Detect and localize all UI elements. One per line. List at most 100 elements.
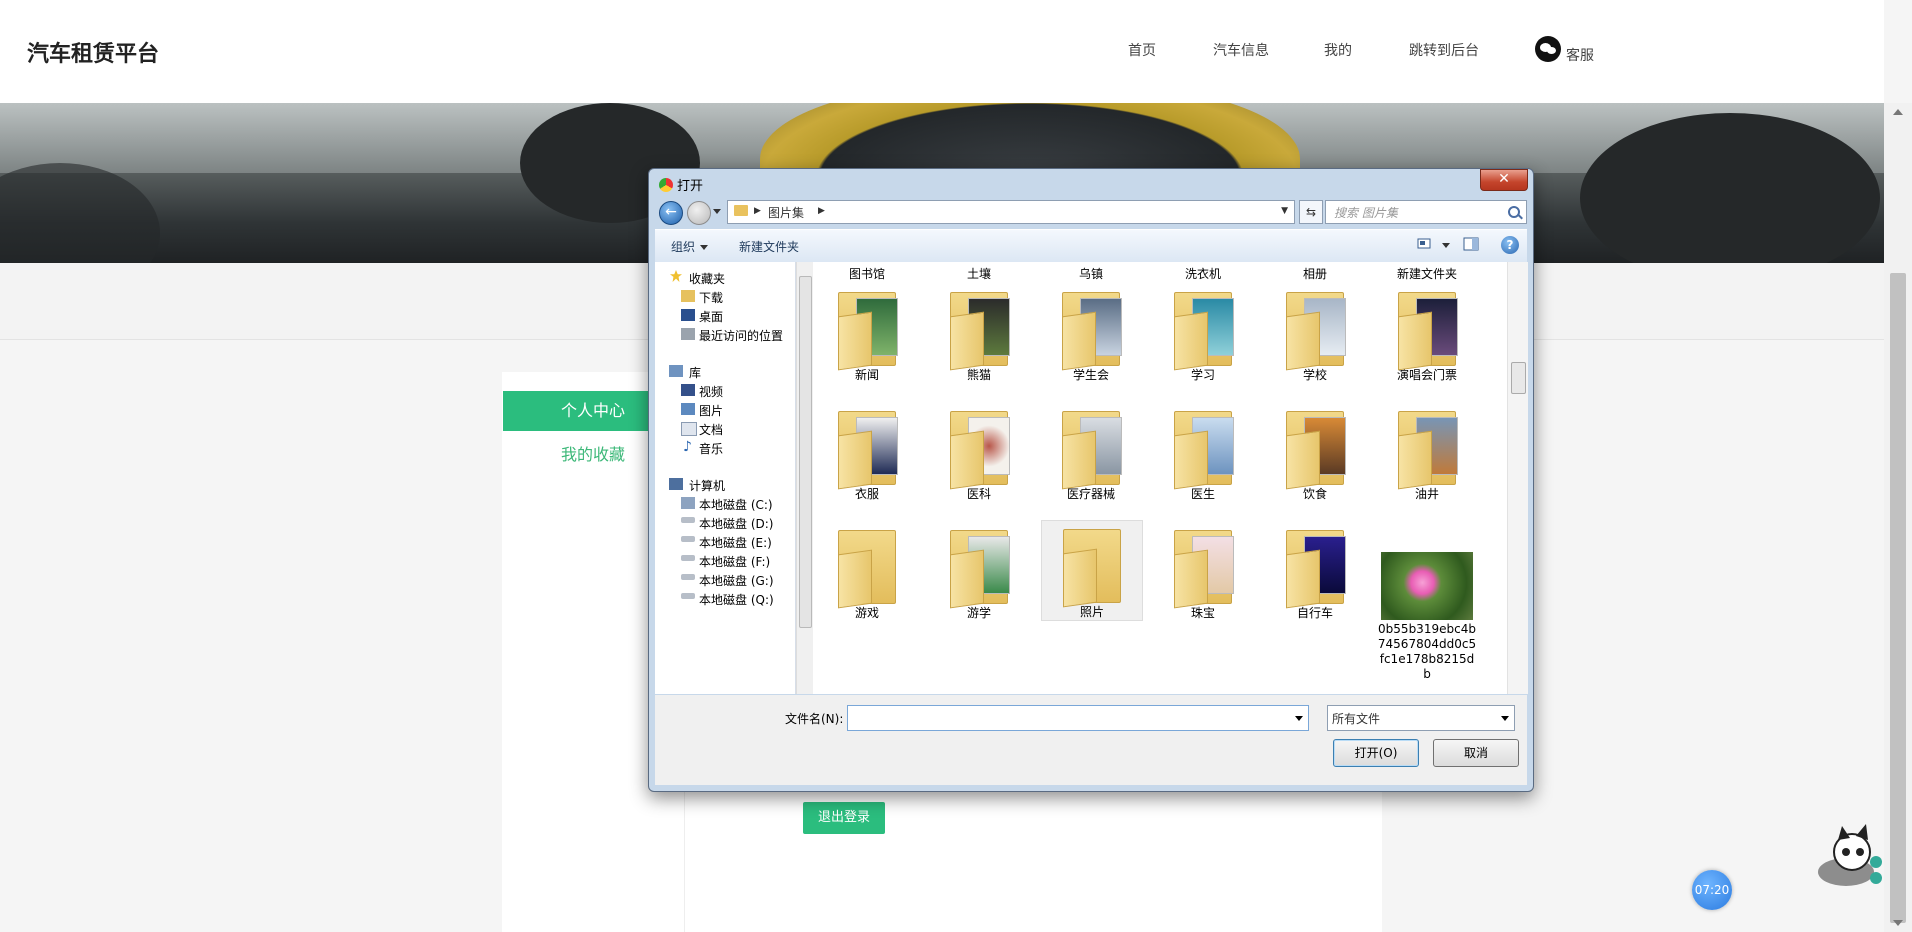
nav-drive-g[interactable]: 本地磁盘 (G:) bbox=[699, 572, 774, 589]
search-icon[interactable] bbox=[1508, 206, 1520, 218]
preview-pane-icon[interactable] bbox=[1463, 237, 1479, 251]
folder-item[interactable]: 油井 bbox=[1377, 403, 1477, 502]
nav-car-info[interactable]: 汽车信息 bbox=[1213, 40, 1269, 60]
scroll-down-icon[interactable] bbox=[1893, 920, 1903, 926]
dialog-toolbar: 组织 新建文件夹 ? bbox=[655, 229, 1527, 263]
chevron-down-icon[interactable] bbox=[1295, 716, 1303, 721]
site-header: 汽车租赁平台 首页 汽车信息 我的 跳转到后台 客服 bbox=[0, 0, 1884, 103]
library-header[interactable]: 库 bbox=[689, 364, 701, 381]
file-type-select[interactable]: 所有文件 bbox=[1327, 705, 1515, 731]
clock-badge[interactable]: 07:20 bbox=[1692, 870, 1732, 910]
folder-item[interactable]: 新建文件夹 bbox=[1377, 265, 1477, 282]
folder-item[interactable]: 乌镇 bbox=[1041, 265, 1141, 282]
search-placeholder: 搜索 图片集 bbox=[1334, 206, 1398, 220]
documents-icon bbox=[681, 422, 697, 436]
view-dropdown-icon[interactable] bbox=[1442, 243, 1450, 248]
nav-recent[interactable]: 最近访问的位置 bbox=[699, 327, 783, 344]
folder-item[interactable]: 自行车 bbox=[1265, 522, 1365, 621]
nav-documents[interactable]: 文档 bbox=[699, 421, 723, 438]
open-button[interactable]: 打开(O) bbox=[1333, 739, 1419, 767]
folder-item[interactable]: 洗衣机 bbox=[1153, 265, 1253, 282]
search-input[interactable]: 搜索 图片集 bbox=[1325, 200, 1527, 224]
dialog-body: 收藏夹 下载 桌面 最近访问的位置 库 视频 图片 文档 ♪ 音乐 计算机 本地… bbox=[655, 262, 1528, 694]
forward-button[interactable] bbox=[687, 201, 711, 225]
nav-desktop[interactable]: 桌面 bbox=[699, 308, 723, 325]
drive-icon bbox=[681, 536, 695, 542]
folder-item[interactable]: 相册 bbox=[1265, 265, 1365, 282]
folder-item[interactable]: 游学 bbox=[929, 522, 1029, 621]
folder-item[interactable]: 学生会 bbox=[1041, 284, 1141, 383]
wechat-icon[interactable] bbox=[1535, 36, 1561, 62]
folder-item[interactable]: 图书馆 bbox=[817, 265, 917, 282]
file-list: 图书馆 土壤 乌镇 洗衣机 相册 新建文件夹 新闻 熊猫 学生会 学习 学校 演… bbox=[813, 262, 1507, 694]
file-name-field[interactable] bbox=[847, 705, 1309, 731]
folder-item[interactable]: 医疗器械 bbox=[1041, 403, 1141, 502]
nav-music[interactable]: 音乐 bbox=[699, 440, 723, 457]
organize-menu[interactable]: 组织 bbox=[671, 238, 709, 255]
nav-drive-d[interactable]: 本地磁盘 (D:) bbox=[699, 515, 773, 532]
nav-backend[interactable]: 跳转到后台 bbox=[1409, 40, 1479, 60]
nav-mine[interactable]: 我的 bbox=[1324, 40, 1352, 60]
nav-videos[interactable]: 视频 bbox=[699, 383, 723, 400]
scroll-up-icon[interactable] bbox=[1893, 109, 1903, 115]
close-button[interactable]: ✕ bbox=[1480, 169, 1528, 191]
folder-item-selected[interactable]: 照片 bbox=[1041, 520, 1143, 621]
scroll-thumb[interactable] bbox=[799, 276, 812, 628]
folder-item[interactable]: 医科 bbox=[929, 403, 1029, 502]
scroll-thumb[interactable] bbox=[1890, 273, 1906, 923]
nav-downloads[interactable]: 下载 bbox=[699, 289, 723, 306]
file-list-scrollbar[interactable] bbox=[1507, 262, 1528, 694]
folder-item[interactable]: 饮食 bbox=[1265, 403, 1365, 502]
refresh-button[interactable]: ⇆ bbox=[1299, 200, 1323, 224]
view-icon[interactable] bbox=[1417, 237, 1433, 251]
back-button[interactable]: ← bbox=[659, 201, 683, 225]
drive-icon bbox=[681, 574, 695, 580]
chrome-icon bbox=[659, 178, 673, 192]
folder-item[interactable]: 土壤 bbox=[929, 265, 1029, 282]
nav-customer-service[interactable]: 客服 bbox=[1566, 45, 1594, 65]
history-dropdown-icon[interactable] bbox=[713, 209, 721, 214]
folder-icon bbox=[734, 205, 748, 216]
nav-drive-c[interactable]: 本地磁盘 (C:) bbox=[699, 496, 773, 513]
image-file-item[interactable]: 0b55b319ebc4b74567804dd0c5fc1e178b8215db bbox=[1377, 552, 1477, 682]
computer-header[interactable]: 计算机 bbox=[689, 477, 725, 494]
folder-item[interactable]: 游戏 bbox=[817, 522, 917, 621]
page-scrollbar[interactable] bbox=[1884, 103, 1912, 932]
nav-home[interactable]: 首页 bbox=[1128, 40, 1156, 60]
nav-pictures[interactable]: 图片 bbox=[699, 402, 723, 419]
cancel-button[interactable]: 取消 bbox=[1433, 739, 1519, 767]
site-brand[interactable]: 汽车租赁平台 bbox=[27, 36, 159, 68]
open-file-dialog: 打开 ✕ ← ▶ 图片集 ▶ ▼ ⇆ 搜索 图片集 组织 新建文件夹 ? 收藏夹 bbox=[648, 168, 1534, 792]
drive-icon bbox=[681, 497, 695, 509]
folder-item[interactable]: 医生 bbox=[1153, 403, 1253, 502]
folder-item[interactable]: 熊猫 bbox=[929, 284, 1029, 383]
dialog-title: 打开 bbox=[677, 179, 704, 194]
chevron-right-icon[interactable]: ▶ bbox=[754, 206, 761, 216]
new-folder-button[interactable]: 新建文件夹 bbox=[739, 238, 799, 255]
folder-item[interactable]: 新闻 bbox=[817, 284, 917, 383]
address-bar-row: ← ▶ 图片集 ▶ ▼ ⇆ 搜索 图片集 bbox=[649, 193, 1533, 227]
favorites-header[interactable]: 收藏夹 bbox=[689, 270, 725, 287]
nav-drive-e[interactable]: 本地磁盘 (E:) bbox=[699, 534, 772, 551]
folder-item[interactable]: 学习 bbox=[1153, 284, 1253, 383]
chevron-right-icon[interactable]: ▶ bbox=[818, 206, 825, 216]
navigation-pane: 收藏夹 下载 桌面 最近访问的位置 库 视频 图片 文档 ♪ 音乐 计算机 本地… bbox=[655, 262, 796, 694]
image-thumbnail bbox=[1381, 552, 1473, 620]
nav-pane-scrollbar[interactable] bbox=[796, 262, 813, 694]
chevron-down-icon[interactable] bbox=[1501, 716, 1509, 721]
folder-item[interactable]: 演唱会门票 bbox=[1377, 284, 1477, 383]
chevron-down-icon[interactable]: ▼ bbox=[1281, 206, 1288, 216]
nav-drive-f[interactable]: 本地磁盘 (F:) bbox=[699, 553, 770, 570]
address-path[interactable]: 图片集 bbox=[768, 204, 804, 221]
help-icon[interactable]: ? bbox=[1501, 236, 1519, 254]
scroll-thumb[interactable] bbox=[1511, 362, 1526, 394]
folder-item[interactable]: 珠宝 bbox=[1153, 522, 1253, 621]
logout-button[interactable]: 退出登录 bbox=[803, 802, 885, 834]
folder-item[interactable]: 衣服 bbox=[817, 403, 917, 502]
nav-drive-q[interactable]: 本地磁盘 (Q:) bbox=[699, 591, 774, 608]
file-name-label: 文件名(N): bbox=[785, 712, 844, 726]
recent-places-icon bbox=[681, 328, 695, 340]
address-bar[interactable]: ▶ 图片集 ▶ ▼ bbox=[727, 200, 1295, 224]
folder-item[interactable]: 学校 bbox=[1265, 284, 1365, 383]
cat-mascot-icon[interactable] bbox=[1812, 822, 1884, 890]
